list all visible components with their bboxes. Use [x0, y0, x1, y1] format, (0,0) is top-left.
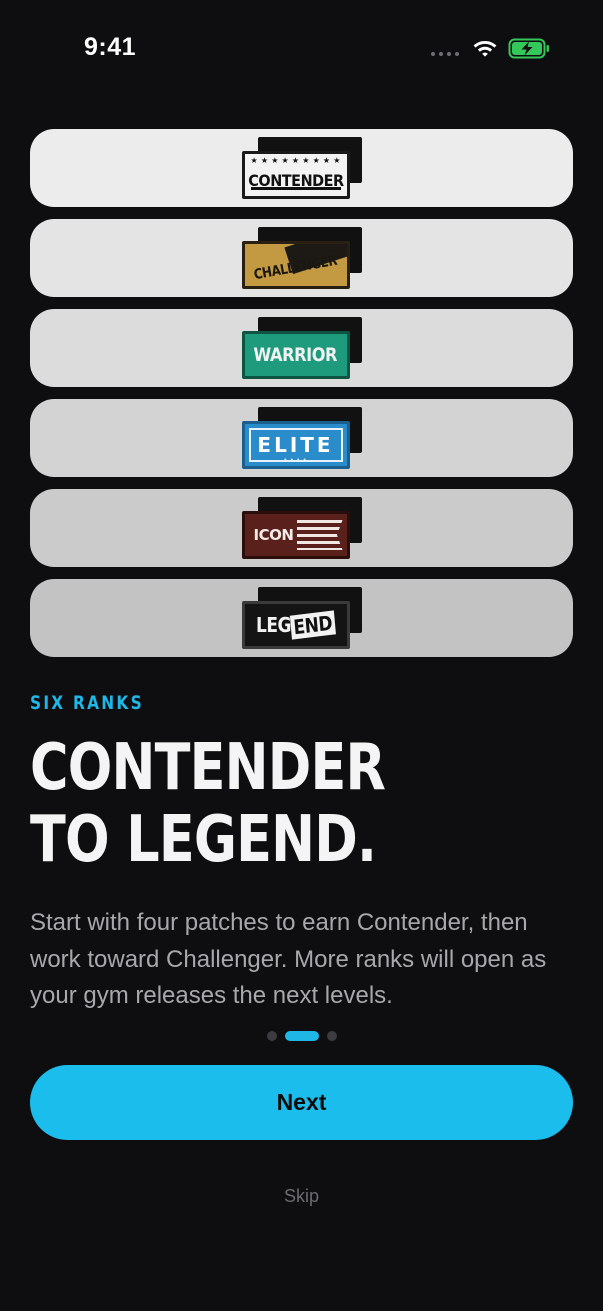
- page-dot-3[interactable]: [326, 1031, 337, 1041]
- warrior-patch-icon: WARRIOR: [241, 317, 362, 379]
- rank-card-contender: ★ ★ ★ ★ ★ ★ ★ ★ ★ CONTENDER: [30, 129, 573, 207]
- body-text: Start with four patches to earn Contende…: [30, 909, 547, 1009]
- rank-label: CONTENDER: [247, 170, 344, 190]
- cellular-signal-icon: [431, 52, 459, 56]
- rank-card-elite: ELITE • • • •: [30, 399, 573, 477]
- rank-label: LEGEND: [256, 610, 336, 640]
- rank-card-legend: LEGEND: [30, 579, 573, 657]
- headline-line-1: CONTENDER: [30, 731, 386, 805]
- eyebrow-label: SIX RANKS: [30, 692, 144, 714]
- rank-card-challenger: CHALLENGER: [30, 219, 573, 297]
- icon-patch-icon: ICON: [241, 497, 362, 559]
- challenger-patch-icon: CHALLENGER: [241, 227, 362, 289]
- status-time: 9:41: [84, 33, 137, 61]
- contender-patch-icon: ★ ★ ★ ★ ★ ★ ★ ★ ★ CONTENDER: [241, 137, 362, 199]
- page-title: CONTENDER TO LEGEND.: [30, 732, 489, 876]
- battery-charging-icon: [508, 38, 549, 59]
- rank-list: ★ ★ ★ ★ ★ ★ ★ ★ ★ CONTENDER CHALLENGER WARRIOR: [30, 129, 573, 669]
- onboarding-screen: 9:41 ★ ★ ★ ★ ★ ★ ★ ★ ★ CONTENDER CHALLEN…: [0, 0, 603, 1311]
- skip-button[interactable]: Skip: [0, 1186, 603, 1207]
- status-bar: 9:41: [0, 0, 603, 96]
- rank-label: ELITE: [257, 433, 334, 457]
- elite-patch-icon: ELITE • • • •: [241, 407, 362, 469]
- rank-label: WARRIOR: [253, 344, 338, 366]
- rank-label: ICON: [253, 526, 294, 544]
- next-button[interactable]: Next: [30, 1065, 573, 1140]
- page-dot-1[interactable]: [266, 1031, 277, 1041]
- page-dot-2-active[interactable]: [284, 1031, 319, 1041]
- wifi-icon: [473, 41, 497, 57]
- rank-card-icon: ICON: [30, 489, 573, 567]
- headline-line-2: TO LEGEND.: [30, 803, 377, 877]
- rank-card-warrior: WARRIOR: [30, 309, 573, 387]
- page-indicator: [0, 1031, 603, 1041]
- legend-patch-icon: LEGEND: [241, 587, 362, 649]
